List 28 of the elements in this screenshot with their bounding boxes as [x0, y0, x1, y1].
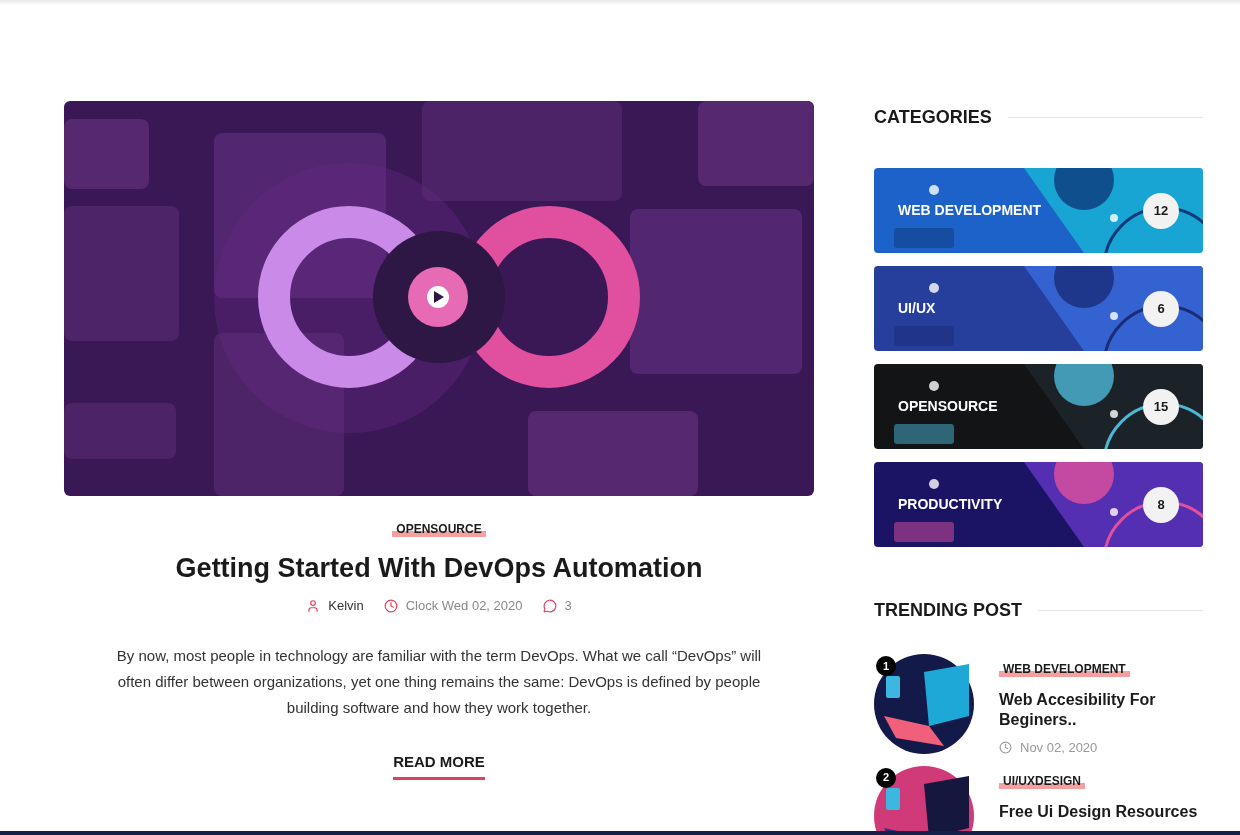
category-tag[interactable]: OPENSOURCE [392, 523, 486, 537]
post-excerpt: By now, most people in technology are familiar with the term DevOps. What we call “DevOps” will often differ between organizations, yet one thing remains the same: DevOps is defined by people building software and how they work together. [115, 646, 763, 719]
category-name: UI/UX [898, 299, 936, 318]
read-more-link[interactable]: READ MORE [393, 751, 485, 780]
rank-badge: 2 [876, 767, 896, 788]
category-tag[interactable]: UI/UXDESIGN [999, 774, 1085, 789]
category-card[interactable]: UI/UX 6 [874, 266, 1203, 351]
user-icon [306, 598, 321, 613]
post-date: Clock Wed 02, 2020 [405, 596, 523, 615]
trending-post-title[interactable]: Free Ui Design Resources [999, 801, 1198, 822]
post-date: Nov 02, 2020 [1020, 739, 1098, 757]
category-card[interactable]: PRODUCTIVITY 8 [874, 462, 1203, 547]
rank-badge: 1 [876, 656, 896, 676]
category-card[interactable]: OPENSOURCE 15 [874, 364, 1203, 449]
comment-count: 3 [564, 596, 572, 615]
category-tag[interactable]: WEB DEVELOPMENT [999, 663, 1130, 677]
category-name: WEB DEVELOPMENT [898, 201, 1042, 220]
category-name: OPENSOURCE [898, 397, 998, 416]
trending-post-title[interactable]: Web Accesibility For Beginers.. [999, 690, 1203, 730]
clock-icon [383, 598, 398, 613]
section-heading: TRENDING POST [874, 599, 1022, 622]
category-card[interactable]: WEB DEVELOPMENT 12 [874, 168, 1203, 253]
clock-icon [999, 741, 1012, 755]
section-heading: CATEGORIES [874, 106, 992, 129]
post-title[interactable]: Getting Started With DevOps Automation [175, 552, 703, 586]
category-name: PRODUCTIVITY [898, 495, 1003, 514]
comment-icon [542, 598, 557, 613]
author-name[interactable]: Kelvin [328, 595, 364, 616]
